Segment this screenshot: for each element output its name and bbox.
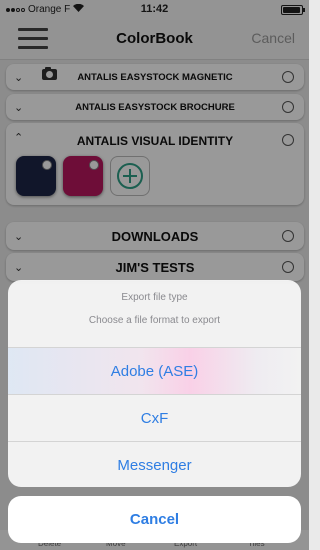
export-action-sheet: Export file type Choose a file format to… bbox=[8, 280, 301, 487]
action-sheet-title: Export file type bbox=[121, 292, 188, 303]
option-label: CxF bbox=[140, 410, 169, 427]
option-label: Messenger bbox=[117, 457, 192, 474]
action-sheet-message: Choose a file format to export bbox=[88, 315, 221, 326]
export-ase-button[interactable]: Adobe (ASE) bbox=[8, 348, 301, 395]
export-cxf-button[interactable]: CxF bbox=[8, 395, 301, 442]
action-sheet-header: Export file type Choose a file format to… bbox=[8, 280, 301, 348]
action-sheet-cancel-button[interactable]: Cancel bbox=[8, 496, 301, 543]
export-messenger-button[interactable]: Messenger bbox=[8, 442, 301, 487]
option-label: Adobe (ASE) bbox=[110, 363, 199, 380]
